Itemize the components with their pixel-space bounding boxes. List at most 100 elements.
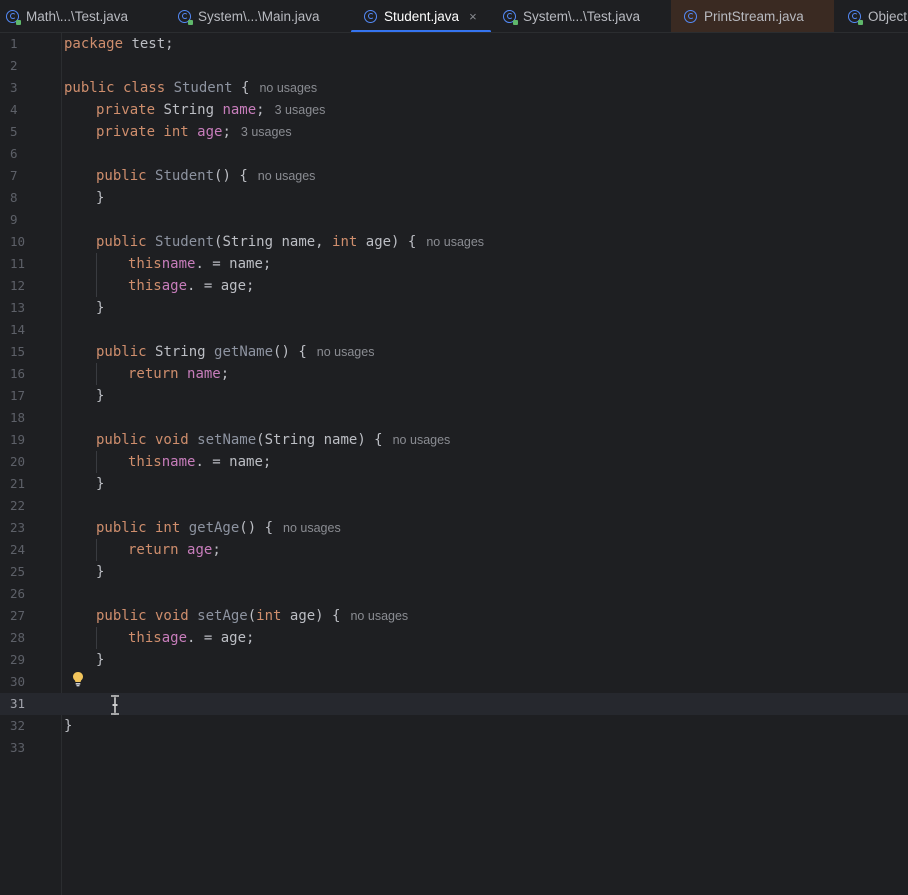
code-line[interactable]: 7 public Student() {no usages (0, 165, 908, 187)
line-number[interactable]: 31 (10, 693, 50, 715)
line-number[interactable]: 20 (10, 451, 50, 473)
line-number[interactable]: 15 (10, 341, 50, 363)
code-text: public String getName() {no usages (96, 341, 374, 363)
keyword-token: this (128, 256, 162, 272)
code-line[interactable]: 14 (0, 319, 908, 341)
code-text: thisname. = name; (128, 253, 271, 275)
tab-object[interactable]: Object (842, 0, 908, 32)
type-token: String (155, 344, 215, 360)
code-line[interactable]: 10 public Student(String name, int age) {… (0, 231, 908, 253)
keyword-token: public (96, 168, 156, 184)
tab-label: System\...\Main.java (198, 8, 320, 24)
line-number[interactable]: 28 (10, 627, 50, 649)
code-text: } (96, 297, 104, 319)
line-number[interactable]: 9 (10, 209, 50, 231)
code-text: } (96, 649, 104, 671)
line-number[interactable]: 21 (10, 473, 50, 495)
code-line[interactable]: 24 return age; (0, 539, 908, 561)
code-line[interactable]: 22 (0, 495, 908, 517)
code-line[interactable]: 2 (0, 55, 908, 77)
line-number[interactable]: 11 (10, 253, 50, 275)
line-number[interactable]: 10 (10, 231, 50, 253)
tab-math-test[interactable]: Math\...\Test.java (0, 0, 170, 32)
line-number[interactable]: 17 (10, 385, 50, 407)
line-number[interactable]: 8 (10, 187, 50, 209)
code-line[interactable]: 20 thisname. = name; (0, 451, 908, 473)
tab-label: Object (868, 8, 908, 24)
line-number[interactable]: 24 (10, 539, 50, 561)
code-line[interactable]: 23 public int getAge() {no usages (0, 517, 908, 539)
field-token: age (187, 542, 213, 558)
code-line[interactable]: 9 (0, 209, 908, 231)
identifier-token: setAge (197, 608, 248, 624)
line-number[interactable]: 25 (10, 561, 50, 583)
line-number[interactable]: 1 (10, 33, 50, 55)
line-number[interactable]: 32 (10, 715, 50, 737)
line-number[interactable]: 2 (10, 55, 50, 77)
line-number[interactable]: 29 (10, 649, 50, 671)
code-line[interactable]: 13} (0, 297, 908, 319)
line-number[interactable]: 14 (10, 319, 50, 341)
keyword-token: public (96, 234, 156, 250)
identifier-token: Student (155, 234, 215, 250)
code-line[interactable]: 27 public void setAge(int age) {no usages (0, 605, 908, 627)
line-number[interactable]: 23 (10, 517, 50, 539)
usages-hint: 3 usages (274, 103, 326, 117)
code-line[interactable]: 11 thisname. = name; (0, 253, 908, 275)
code-line[interactable]: 33 (0, 737, 908, 759)
indent-guide (96, 253, 97, 297)
code-line[interactable]: 12 thisage. = age; (0, 275, 908, 297)
code-line[interactable]: 25} (0, 561, 908, 583)
code-line[interactable]: 18 (0, 407, 908, 429)
code-line[interactable]: 6 (0, 143, 908, 165)
tab-label: System\...\Test.java (523, 8, 641, 24)
line-number[interactable]: 13 (10, 297, 50, 319)
code-line[interactable]: 17} (0, 385, 908, 407)
close-icon[interactable]: × (469, 9, 477, 24)
tab-printstream[interactable]: PrintStream.java (671, 0, 834, 32)
code-line[interactable]: 26 (0, 583, 908, 605)
code-line[interactable]: 1 package test; (0, 33, 908, 55)
line-number[interactable]: 22 (10, 495, 50, 517)
line-number[interactable]: 19 (10, 429, 50, 451)
line-number[interactable]: 4 (10, 99, 50, 121)
code-line[interactable]: 31 (0, 693, 908, 715)
usages-hint: no usages (392, 433, 451, 447)
code-line[interactable]: 16 return name; (0, 363, 908, 385)
code-line[interactable]: 32} (0, 715, 908, 737)
line-number[interactable]: 33 (10, 737, 50, 759)
line-number[interactable]: 5 (10, 121, 50, 143)
line-number[interactable]: 6 (10, 143, 50, 165)
code-line[interactable]: 19 public void setName(String name) {no u… (0, 429, 908, 451)
code-line[interactable]: 29} (0, 649, 908, 671)
code-line[interactable]: 28 thisage. = age; (0, 627, 908, 649)
tab-student[interactable]: Student.java × (351, 0, 491, 32)
keyword-token: return (128, 542, 188, 558)
tab-system-test[interactable]: System\...\Test.java (497, 0, 669, 32)
code-line[interactable]: 15 public String getName() {no usages (0, 341, 908, 363)
line-number[interactable]: 3 (10, 77, 50, 99)
code-line[interactable]: 5 private int age; 3 usages (0, 121, 908, 143)
code-token: age) { (281, 608, 341, 624)
java-class-run-icon (848, 9, 863, 25)
tab-system-main[interactable]: System\...\Main.java (172, 0, 350, 32)
identifier-token: setName (197, 432, 257, 448)
line-number[interactable]: 30 (10, 671, 50, 693)
code-line[interactable]: 30 (0, 671, 908, 693)
code-token: () { (239, 520, 274, 536)
code-line[interactable]: 3 public class Student {no usages (0, 77, 908, 99)
line-number[interactable]: 12 (10, 275, 50, 297)
lightbulb-icon[interactable] (72, 671, 84, 687)
code-token: = age; (195, 630, 255, 646)
usages-hint: 3 usages (240, 125, 292, 139)
line-number[interactable]: 18 (10, 407, 50, 429)
code-line[interactable]: 21} (0, 473, 908, 495)
line-number[interactable]: 7 (10, 165, 50, 187)
line-number[interactable]: 16 (10, 363, 50, 385)
code-line[interactable]: 8} (0, 187, 908, 209)
identifier-token: getName (214, 344, 274, 360)
line-number[interactable]: 26 (10, 583, 50, 605)
line-number[interactable]: 27 (10, 605, 50, 627)
code-token: = name; (203, 454, 272, 470)
code-line[interactable]: 4 private String name; 3 usages (0, 99, 908, 121)
